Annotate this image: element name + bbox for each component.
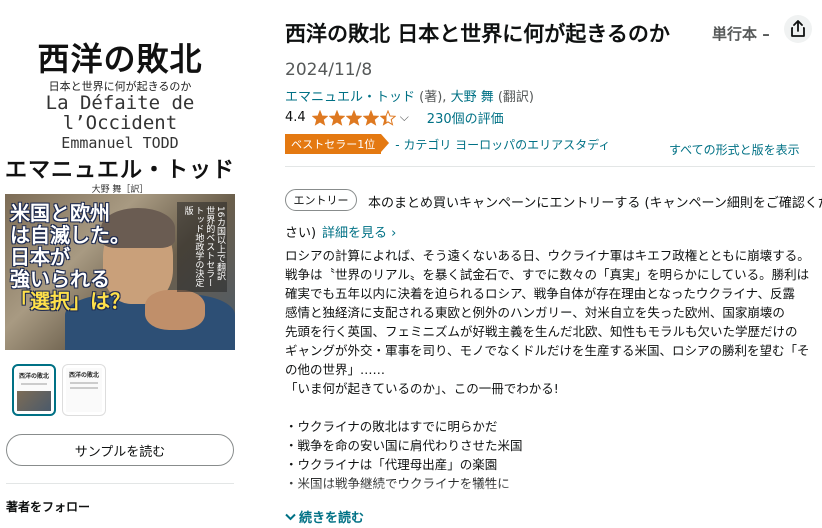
chevron-down-icon[interactable]: ⌵ [400,110,409,125]
description-line: 確実でも五年以内に決着を迫られるロシア、戦争自体が存在理由となったウクライナ、反… [285,286,796,301]
translator-role: (翻訳) [497,90,535,105]
catch-line-1: 米国と欧州 [10,201,110,225]
read-more-link[interactable]: 続きを読む [285,507,364,526]
bestseller-row: ベストセラー1位 - カテゴリ ヨーロッパのエリアスタディ [285,134,610,154]
product-title: 西洋の敗北 日本と世界に何が起きるのか [285,22,670,46]
book-cover-image[interactable]: 西洋の敗北 日本と世界に何が起きるのか La Défaite de l’Occi… [5,12,235,350]
star-icon [362,109,379,126]
description-line [285,398,817,417]
catch-line-3: 日本が [10,245,70,269]
thumbnail-2-image: 西洋の敗北 [66,368,102,412]
book-description: ロシアの計算によれば、そう遠くないある日、ウクライナ軍はキエフ政権とともに崩壊す… [285,246,817,493]
thumbnail-1-photo [17,391,51,411]
chevron-down-icon [285,513,296,520]
cover-catchphrase: 米国と欧州 は自滅した。 日本が 強いられる 「選択」は？ [10,202,130,312]
description-line: 先頭を行く英国、フェミニズムが好戦主義を生んだ北欧、知性もモラルも欠いた学歴だけ… [285,324,798,339]
description-line: ・ウクライナの敗北はすでに明らかだ [285,419,498,434]
bestseller-category-link[interactable]: - カテゴリ ヨーロッパのエリアスタディ [395,136,610,153]
product-format: 単行本 – [712,25,770,43]
left-divider [6,483,234,484]
cover-photo: 米国と欧州 は自滅した。 日本が 強いられる 「選択」は？ 16カ国以上で翻訳 … [5,194,235,350]
cover-french-title-2: l’Occident [62,112,178,134]
share-icon [791,20,805,37]
star-icon [311,109,328,126]
thumbnail-strip: 西洋の敗北 西洋の敗北 [12,364,106,416]
thumbnail-2-line-b [70,387,98,389]
photo-hand [145,290,205,330]
star-icon [379,109,396,126]
share-button[interactable] [784,15,812,43]
description-line: の他の世界」…… [285,362,386,377]
description-line: 感情と独経済に支配される東欧と例外のハンガリー、対米自立を失った欧州、国家崩壊の [285,305,785,320]
thumbnail-1-image: 西洋の敗北 [17,369,51,411]
catch-line-2: は自滅した。 [10,223,130,247]
description-line: 戦争は〝世界のリアル〟を暴く試金石で、すでに数々の「真実」を明らかにしている。勝… [285,267,810,282]
campaign-text-line2: さい) [285,226,317,241]
thumbnail-1-line [21,383,47,385]
catch-line-5: 「選択」は？ [10,289,130,313]
cover-author-japanese: エマニュエル・トッド [5,158,235,183]
description-line: ロシアの計算によれば、そう遠くないある日、ウクライナ軍はキエフ政権とともに崩壊す… [285,248,810,263]
publication-date: 2024/11/8 [285,60,373,80]
author-role: (著), [419,90,447,105]
cover-top-section: 西洋の敗北 日本と世界に何が起きるのか La Défaite de l’Occi… [5,12,235,195]
cover-french-title-1: La Défaite de [45,92,195,114]
thumbnail-1[interactable]: 西洋の敗北 [12,364,56,416]
cover-badge: 16カ国以上で翻訳 世界的ベストセラー トッド地政学の決定版 [177,202,227,292]
description-line: 「いま何が起きているのか」、この一冊でわかる! [285,381,559,396]
all-formats-link[interactable]: すべての形式と版を表示 [669,141,800,158]
read-sample-button[interactable]: サンプルを読む [6,434,234,466]
rating-value: 4.4 [285,110,306,125]
thumbnail-2-line [70,382,98,384]
star-icon [328,109,345,126]
translator-link[interactable]: 大野 舞 [451,90,494,105]
thumbnail-2[interactable]: 西洋の敗北 [62,364,106,416]
campaign-text-line1: 本のまとめ買いキャンペーンにエントリーする (キャンペーン細則をご確認くだ [368,196,822,211]
thumbnail-2-title: 西洋の敗北 [68,372,99,379]
bestseller-badge[interactable]: ベストセラー1位 [285,134,390,154]
cover-author-english: Emmanuel TODD [61,134,179,152]
campaign-details-link[interactable]: 詳細を見る › [322,222,396,241]
description-fade [285,478,817,506]
description-line: ・戦争を命の安い国に肩代わりさせた米国 [285,438,523,453]
description-line: ギャングが外交・軍事を司り、モノでなくドルだけを生産する米国、ロシアの勝利を望む… [285,343,810,358]
star-rating[interactable] [311,109,396,126]
catch-line-4: 強いられる [10,267,110,291]
star-icon [345,109,362,126]
entry-button[interactable]: エントリー [285,189,357,211]
follow-authors-heading: 著者をフォロー [6,500,91,514]
read-more-label: 続きを読む [299,511,365,526]
rating-count-link[interactable]: 230個の評価 [427,108,504,127]
author-link[interactable]: エマニュエル・トッド [285,90,415,105]
thumbnail-1-title: 西洋の敗北 [18,373,49,380]
description-line: ・ウクライナは「代理母出産」の楽園 [285,457,498,472]
right-divider [285,166,815,167]
rating-row: 4.4 ⌵ 230個の評価 [285,108,504,127]
cover-title: 西洋の敗北 [37,40,203,78]
byline: エマニュエル・トッド (著), 大野 舞 (翻訳) [285,86,534,105]
